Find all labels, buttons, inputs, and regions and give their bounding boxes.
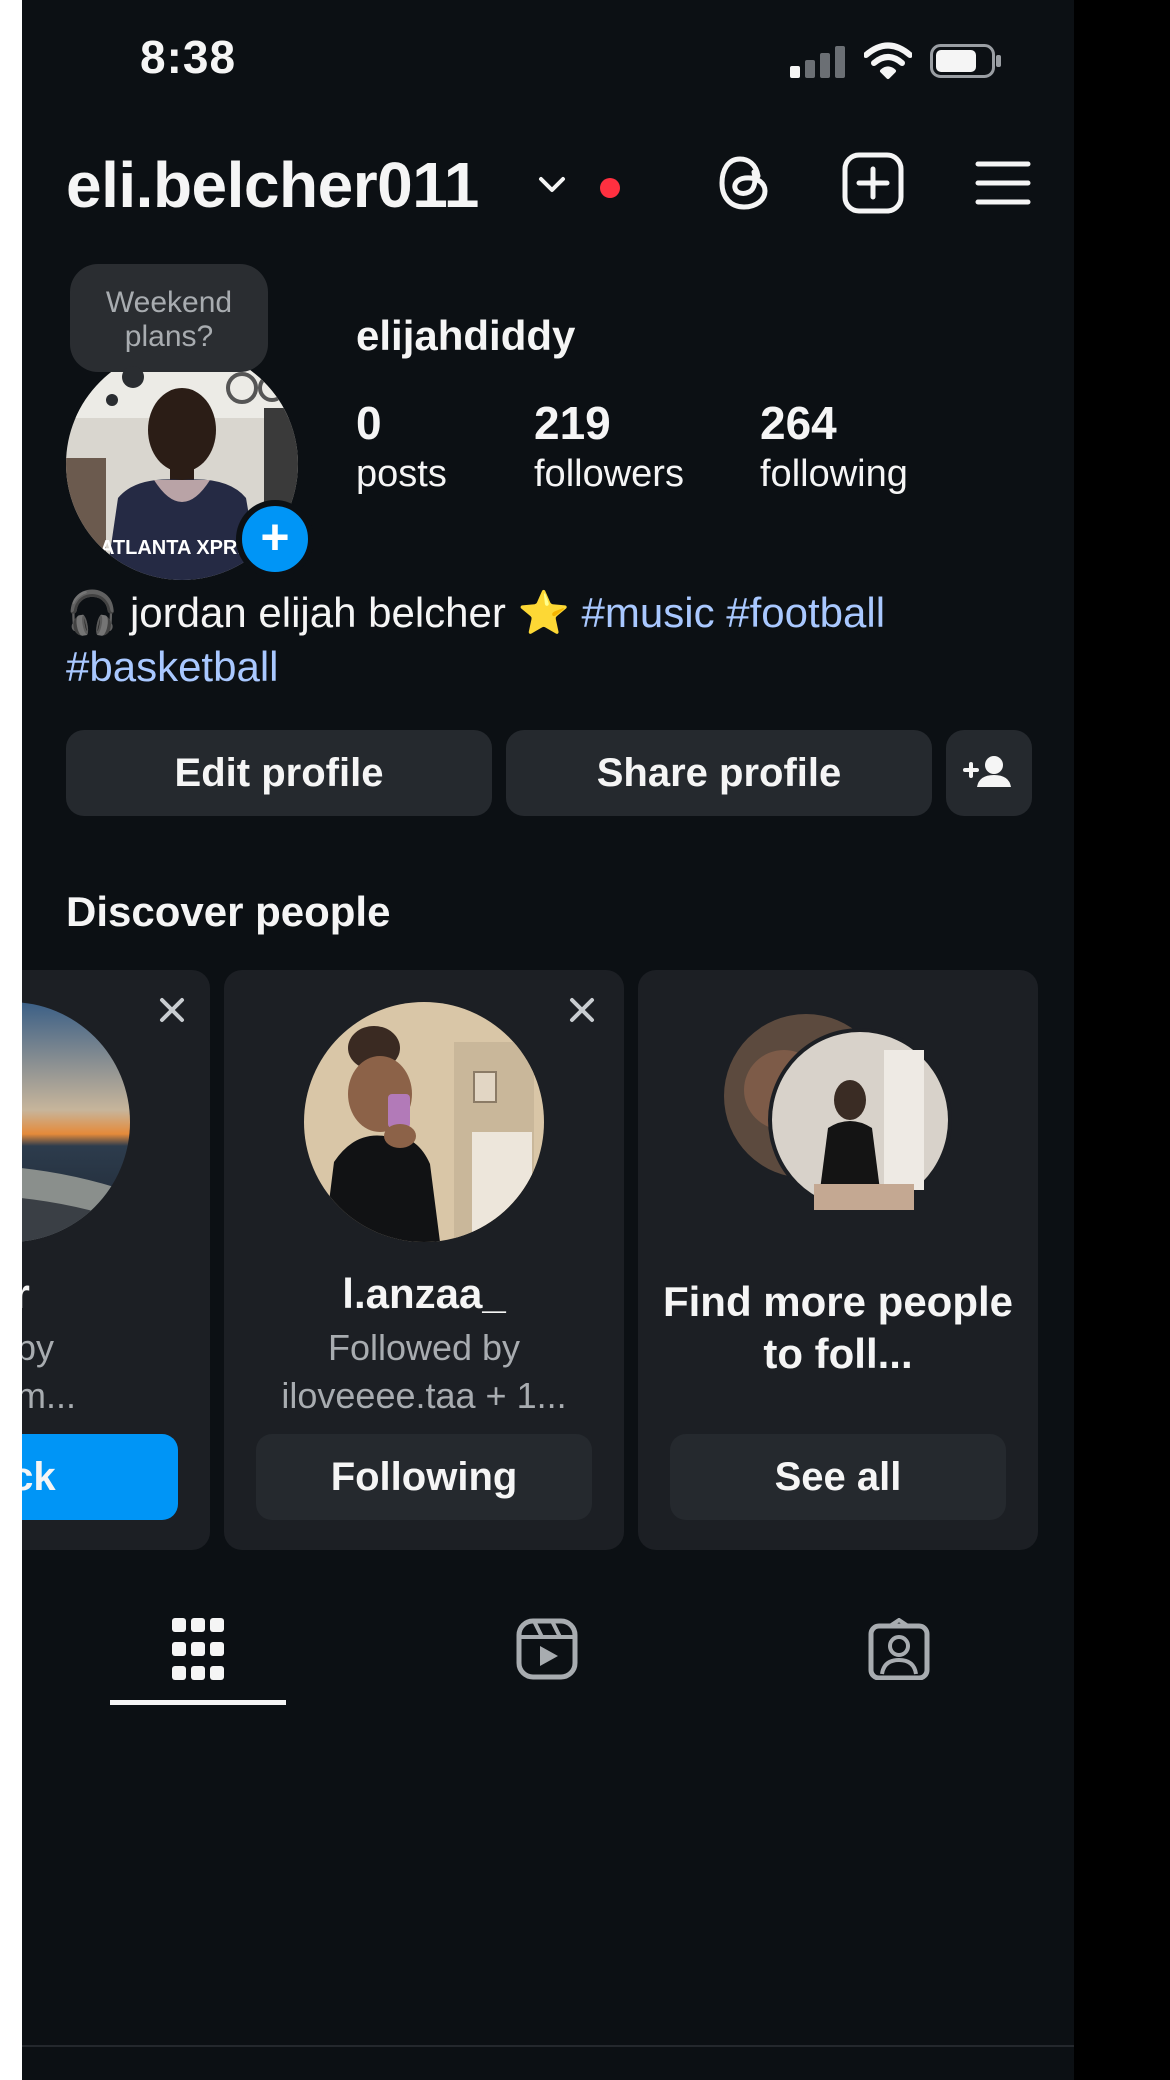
- following-count: 264: [760, 397, 837, 449]
- add-story-button[interactable]: +: [236, 500, 314, 578]
- left-edge: [0, 0, 22, 2080]
- suggestion-followed-by: ed by: [22, 1327, 55, 1368]
- stat-followers[interactable]: 219 followers: [534, 396, 684, 498]
- note-tail: [122, 366, 144, 388]
- suggestion-card[interactable]: l.anzaa_ Followed by iloveeee.taa + 1...…: [224, 970, 624, 1550]
- right-edge: [1074, 0, 1170, 2080]
- discover-people-title: Discover people: [66, 888, 391, 935]
- account-username[interactable]: eli.belcher011: [66, 148, 479, 222]
- bottom-nav-divider: [22, 2045, 1074, 2047]
- posts-count: 0: [356, 397, 382, 449]
- following-button[interactable]: Following: [256, 1434, 592, 1520]
- followers-label: followers: [534, 453, 684, 495]
- suggestion-username[interactable]: ar: [22, 1270, 210, 1318]
- grid-icon[interactable]: [172, 1618, 224, 1680]
- headphones-emoji: 🎧: [66, 589, 119, 636]
- hashtag-basketball[interactable]: #basketball: [66, 643, 278, 690]
- followers-count: 219: [534, 397, 611, 449]
- stacked-avatars-photo: [724, 1014, 952, 1214]
- add-person-icon: [963, 756, 1011, 787]
- close-icon[interactable]: [562, 990, 602, 1030]
- stat-following[interactable]: 264 following: [760, 396, 908, 498]
- suggestion-mutual: iloveeee.taa + 1...: [281, 1375, 567, 1416]
- create-post-icon[interactable]: [840, 150, 906, 216]
- notification-dot: [600, 178, 620, 198]
- edit-profile-button[interactable]: Edit profile: [66, 730, 492, 816]
- note-text: Weekend plans?: [105, 286, 233, 353]
- wifi-icon: [864, 42, 912, 79]
- mirror-selfie-photo: [304, 1002, 544, 1242]
- share-profile-button[interactable]: Share profile: [506, 730, 932, 816]
- suggestion-username[interactable]: l.anzaa_: [224, 1270, 624, 1318]
- profile-bio: 🎧 jordan elijah belcher ⭐ #music #footba…: [66, 586, 1026, 694]
- reels-icon[interactable]: [516, 1618, 578, 1680]
- display-name: elijahdiddy: [356, 312, 576, 359]
- tagged-icon[interactable]: [868, 1618, 930, 1680]
- hashtag-football[interactable]: #football: [726, 589, 885, 636]
- hashtag-music[interactable]: #music: [582, 589, 715, 636]
- discover-people-button[interactable]: [946, 730, 1032, 816]
- close-icon[interactable]: [152, 990, 192, 1030]
- follow-back-button[interactable]: back: [22, 1434, 178, 1520]
- stacked-avatars: [724, 1010, 964, 1214]
- find-more-text: Find more people to foll...: [662, 1278, 1014, 1377]
- see-all-button[interactable]: See all: [670, 1434, 1006, 1520]
- suggestion-avatar[interactable]: [22, 1002, 130, 1242]
- bio-text: jordan elijah belcher: [129, 589, 506, 636]
- active-tab-indicator: [110, 1700, 286, 1705]
- signal-icon: [790, 44, 846, 78]
- star-emoji: ⭐: [517, 589, 570, 636]
- suggestion-mutual: raham...: [22, 1375, 77, 1416]
- threads-icon[interactable]: [712, 150, 778, 216]
- following-label: following: [760, 453, 908, 495]
- posts-label: posts: [356, 453, 447, 495]
- battery-icon: [930, 44, 1001, 78]
- profile-screen: 8:38 eli.belcher011 ATLANTA XPRES Weeken…: [22, 0, 1074, 2080]
- chevron-down-icon[interactable]: [536, 172, 568, 196]
- find-more-card[interactable]: Find more people to foll... See all: [638, 970, 1038, 1550]
- menu-icon[interactable]: [970, 150, 1036, 216]
- stat-posts[interactable]: 0 posts: [356, 396, 447, 498]
- status-time: 8:38: [140, 31, 237, 83]
- note-bubble[interactable]: Weekend plans?: [70, 264, 268, 372]
- suggestion-followed-by: Followed by: [327, 1327, 521, 1368]
- suggestion-card[interactable]: ar ed by raham... back: [22, 970, 210, 1550]
- sunset-photo: [22, 1002, 130, 1242]
- suggestion-avatar[interactable]: [304, 1002, 544, 1242]
- note-tail-small: [106, 394, 118, 406]
